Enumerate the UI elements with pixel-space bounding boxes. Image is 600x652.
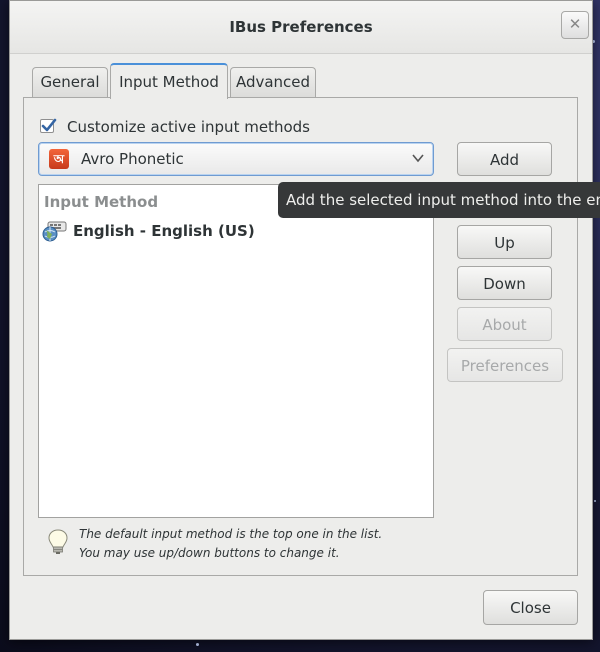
window-title: IBus Preferences bbox=[229, 18, 373, 36]
preferences-window: IBus Preferences ✕ General Input Method … bbox=[9, 0, 600, 640]
about-button[interactable]: About bbox=[457, 307, 552, 341]
input-method-combo[interactable]: অ Avro Phonetic bbox=[38, 142, 434, 176]
up-button[interactable]: Up bbox=[457, 225, 552, 259]
window-close-icon[interactable]: ✕ bbox=[561, 11, 589, 39]
background-star bbox=[196, 643, 199, 646]
titlebar: IBus Preferences ✕ bbox=[10, 1, 592, 54]
keyboard-icon bbox=[42, 221, 67, 242]
down-button[interactable]: Down bbox=[457, 266, 552, 300]
lightbulb-icon bbox=[48, 529, 68, 554]
input-method-list[interactable]: Input Method English - English (US) bbox=[38, 184, 434, 518]
close-button[interactable]: Close bbox=[483, 590, 578, 625]
customize-label[interactable]: Customize active input methods bbox=[67, 118, 310, 136]
tab-general[interactable]: General bbox=[32, 67, 108, 97]
add-tooltip: Add the selected input method into the e… bbox=[278, 182, 600, 218]
background-star bbox=[594, 500, 596, 502]
customize-checkbox[interactable] bbox=[40, 118, 57, 133]
list-item[interactable]: English - English (US) bbox=[42, 220, 422, 244]
tab-input-method[interactable]: Input Method bbox=[110, 63, 228, 99]
add-button[interactable]: Add bbox=[457, 142, 552, 176]
avro-icon: অ bbox=[49, 149, 69, 169]
list-item-label: English - English (US) bbox=[73, 222, 255, 240]
preferences-button[interactable]: Preferences bbox=[447, 348, 563, 382]
tab-advanced[interactable]: Advanced bbox=[230, 67, 316, 97]
combo-value: Avro Phonetic bbox=[81, 150, 184, 168]
chevron-down-icon bbox=[412, 154, 424, 163]
hint-text-line2: You may use up/down buttons to change it… bbox=[79, 546, 340, 560]
checkmark-icon bbox=[41, 118, 57, 132]
hint-text-line1: The default input method is the top one … bbox=[79, 527, 383, 541]
list-column-header: Input Method bbox=[44, 193, 159, 211]
